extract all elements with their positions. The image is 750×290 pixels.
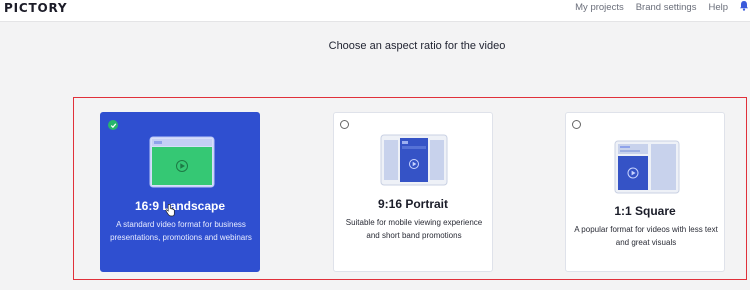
- radio-button[interactable]: [572, 120, 581, 129]
- pictory-logo[interactable]: PICTORY: [4, 1, 67, 15]
- check-icon: [108, 120, 118, 130]
- radio-button[interactable]: [340, 120, 349, 129]
- bell-icon[interactable]: [738, 0, 750, 14]
- option-description: Suitable for mobile viewing experience a…: [345, 218, 483, 240]
- hand-cursor-icon: [165, 204, 175, 217]
- option-landscape-card[interactable]: 16:9 Landscape A standard video format f…: [100, 112, 260, 272]
- square-illustration: [614, 140, 680, 194]
- option-description: A popular format for videos with less te…: [574, 225, 718, 247]
- nav-brand-settings[interactable]: Brand settings: [636, 2, 697, 13]
- nav-my-projects[interactable]: My projects: [575, 2, 624, 13]
- top-bar: PICTORY My projects Brand settings Help: [0, 0, 750, 22]
- option-title: 16:9 Landscape: [134, 199, 226, 213]
- option-description: A standard video format for business pre…: [110, 220, 252, 242]
- portrait-illustration: [380, 134, 448, 186]
- option-title: 9:16 Portrait: [377, 197, 449, 211]
- option-title: 1:1 Square: [614, 204, 676, 218]
- landscape-illustration: [149, 136, 215, 188]
- page-title: Choose an aspect ratio for the video: [328, 40, 506, 52]
- option-square-card[interactable]: 1:1 Square A popular format for videos w…: [565, 112, 725, 272]
- top-nav: My projects Brand settings Help: [575, 0, 750, 14]
- nav-help[interactable]: Help: [708, 2, 728, 13]
- option-portrait-card[interactable]: 9:16 Portrait Suitable for mobile viewin…: [333, 112, 493, 272]
